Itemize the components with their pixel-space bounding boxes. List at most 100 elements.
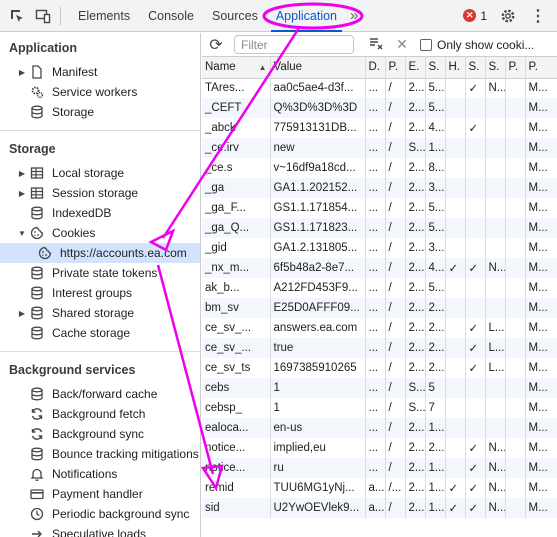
table-cell[interactable]: ... bbox=[365, 258, 386, 278]
table-cell[interactable]: 2... bbox=[405, 338, 426, 358]
table-cell[interactable]: ce_sv_... bbox=[202, 318, 271, 338]
table-cell[interactable]: 2... bbox=[405, 358, 426, 378]
table-cell[interactable]: ... bbox=[365, 378, 386, 398]
column-header[interactable]: E. bbox=[405, 57, 426, 79]
table-cell[interactable] bbox=[505, 258, 526, 278]
table-cell[interactable]: U2YwOEVlek9... bbox=[270, 498, 366, 518]
table-cell[interactable] bbox=[505, 478, 526, 498]
table-cell[interactable] bbox=[445, 178, 466, 198]
table-cell[interactable]: _abck bbox=[202, 118, 271, 138]
table-cell[interactable]: 2... bbox=[405, 118, 426, 138]
table-cell[interactable] bbox=[505, 118, 526, 138]
table-cell[interactable]: N... bbox=[485, 498, 506, 518]
table-cell[interactable] bbox=[485, 398, 506, 418]
table-row[interactable]: sid U2YwOEVlek9... a.../2... 1... ✓ ✓ N... M... bbox=[202, 498, 557, 518]
table-cell[interactable]: N... bbox=[485, 458, 506, 478]
table-cell[interactable]: / bbox=[385, 278, 406, 298]
table-cell[interactable]: TUU6MG1yNj... bbox=[270, 478, 366, 498]
error-count-badge[interactable]: ✕ 1 bbox=[463, 9, 487, 23]
table-cell[interactable] bbox=[465, 398, 486, 418]
table-cell[interactable]: / bbox=[385, 438, 406, 458]
table-cell[interactable]: 2... bbox=[425, 338, 446, 358]
table-cell[interactable]: M... bbox=[525, 178, 557, 198]
table-cell[interactable]: 2... bbox=[425, 298, 446, 318]
table-cell[interactable]: Q%3D%3D%3D bbox=[270, 98, 366, 118]
table-cell[interactable]: GS1.1.171854... bbox=[270, 198, 366, 218]
table-cell[interactable] bbox=[505, 418, 526, 438]
table-cell[interactable]: en-us bbox=[270, 418, 366, 438]
table-cell[interactable]: ... bbox=[365, 338, 386, 358]
table-cell[interactable]: GA1.2.131805... bbox=[270, 238, 366, 258]
expand-right-icon[interactable]: ▶ bbox=[17, 169, 27, 178]
table-cell[interactable]: / bbox=[385, 418, 406, 438]
table-cell[interactable] bbox=[505, 358, 526, 378]
column-header[interactable]: D. bbox=[365, 57, 386, 79]
table-cell[interactable]: / bbox=[385, 218, 406, 238]
table-cell[interactable] bbox=[465, 298, 486, 318]
sidebar-item-session-storage[interactable]: ▶ Session storage bbox=[0, 183, 200, 203]
table-cell[interactable] bbox=[465, 238, 486, 258]
table-cell[interactable] bbox=[465, 278, 486, 298]
table-cell[interactable] bbox=[505, 218, 526, 238]
table-cell[interactable]: ... bbox=[365, 198, 386, 218]
column-header[interactable]: S. bbox=[485, 57, 506, 79]
table-cell[interactable]: M... bbox=[525, 158, 557, 178]
column-header[interactable]: Name ▲ bbox=[202, 57, 271, 79]
table-cell[interactable]: S... bbox=[405, 138, 426, 158]
table-cell[interactable]: ... bbox=[365, 298, 386, 318]
table-cell[interactable]: _gid bbox=[202, 238, 271, 258]
table-cell[interactable] bbox=[505, 238, 526, 258]
device-toolbar-icon[interactable] bbox=[32, 5, 54, 27]
table-cell[interactable]: M... bbox=[525, 278, 557, 298]
table-row[interactable]: _gid GA1.2.131805....../2... 3... M... bbox=[202, 238, 557, 258]
expand-right-icon[interactable]: ▶ bbox=[17, 189, 27, 198]
table-cell[interactable]: 7 bbox=[425, 398, 446, 418]
table-cell[interactable] bbox=[465, 218, 486, 238]
table-cell[interactable]: ... bbox=[365, 458, 386, 478]
table-cell[interactable] bbox=[505, 498, 526, 518]
table-cell[interactable]: 4... bbox=[425, 118, 446, 138]
table-cell[interactable]: _CEFT bbox=[202, 98, 271, 118]
table-cell[interactable]: remid bbox=[202, 478, 271, 498]
table-cell[interactable]: ealoca... bbox=[202, 418, 271, 438]
column-header[interactable]: P. bbox=[505, 57, 526, 79]
table-cell[interactable]: ... bbox=[365, 158, 386, 178]
checkbox-box[interactable] bbox=[420, 38, 432, 51]
table-cell[interactable]: 6f5b48a2-8e7... bbox=[270, 258, 366, 278]
sort-ascending-icon[interactable]: ▲ bbox=[259, 63, 267, 72]
table-cell[interactable]: M... bbox=[525, 358, 557, 378]
column-header[interactable]: S. bbox=[465, 57, 486, 79]
table-cell[interactable]: ... bbox=[365, 438, 386, 458]
table-cell[interactable]: / bbox=[385, 198, 406, 218]
table-cell[interactable]: ✓ bbox=[445, 478, 466, 498]
sidebar-item-speculative-loads[interactable]: Speculative loads bbox=[0, 524, 200, 537]
table-cell[interactable]: ✓ bbox=[465, 258, 486, 278]
table-cell[interactable]: / bbox=[385, 378, 406, 398]
table-cell[interactable]: a... bbox=[365, 478, 386, 498]
table-cell[interactable]: / bbox=[385, 238, 406, 258]
table-cell[interactable] bbox=[445, 138, 466, 158]
table-cell[interactable]: 3... bbox=[425, 178, 446, 198]
table-cell[interactable]: 2... bbox=[405, 278, 426, 298]
table-cell[interactable]: M... bbox=[525, 378, 557, 398]
table-cell[interactable]: notice... bbox=[202, 458, 271, 478]
table-cell[interactable]: 2... bbox=[405, 78, 426, 98]
inspect-element-icon[interactable] bbox=[6, 5, 28, 27]
sidebar-item-payment-handler[interactable]: Payment handler bbox=[0, 484, 200, 504]
table-cell[interactable]: / bbox=[385, 358, 406, 378]
tab-application[interactable]: Application bbox=[267, 0, 346, 32]
table-cell[interactable]: ak_b... bbox=[202, 278, 271, 298]
table-cell[interactable]: M... bbox=[525, 98, 557, 118]
table-cell[interactable]: ... bbox=[365, 178, 386, 198]
table-cell[interactable]: ✓ bbox=[465, 118, 486, 138]
table-cell[interactable] bbox=[485, 418, 506, 438]
table-cell[interactable]: 1... bbox=[425, 478, 446, 498]
table-cell[interactable]: 1... bbox=[425, 138, 446, 158]
table-cell[interactable] bbox=[505, 178, 526, 198]
table-cell[interactable] bbox=[485, 158, 506, 178]
table-cell[interactable]: ... bbox=[365, 278, 386, 298]
table-cell[interactable]: M... bbox=[525, 398, 557, 418]
table-cell[interactable]: 2... bbox=[405, 158, 426, 178]
settings-gear-icon[interactable] bbox=[497, 5, 519, 27]
table-cell[interactable]: ✓ bbox=[465, 338, 486, 358]
